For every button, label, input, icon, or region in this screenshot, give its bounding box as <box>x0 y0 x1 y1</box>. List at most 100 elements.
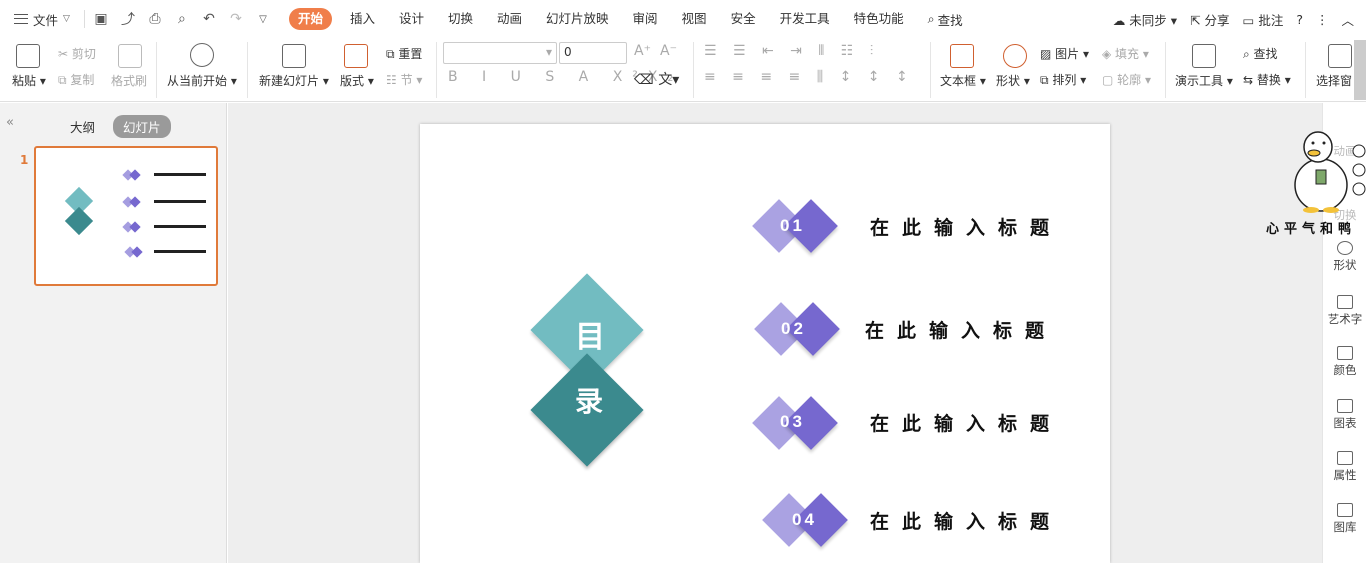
item-title[interactable]: 在此输入标题 <box>870 507 1062 534</box>
panel-props-button[interactable]: 属性 <box>1323 451 1366 483</box>
outline-label: 轮廓 <box>1117 73 1142 87</box>
slides-panel: « 大纲 幻灯片 1 <box>0 103 227 563</box>
print-preview-icon[interactable]: ⌕ <box>174 11 190 27</box>
search-tab[interactable]: ⌕ 查找 <box>916 10 975 29</box>
print-icon[interactable]: ⎙ <box>147 11 163 27</box>
hamburger-icon <box>14 14 28 24</box>
format-painter-button[interactable]: 格式刷 <box>111 72 147 89</box>
section-button[interactable]: ☷ 节 ▾ <box>386 71 422 88</box>
present-tools-icon[interactable] <box>1192 44 1216 68</box>
new-slide-icon[interactable] <box>282 44 306 68</box>
picture-label: 图片 <box>1055 47 1080 61</box>
comment-button[interactable]: ▭ 批注 <box>1243 10 1284 29</box>
more-icon[interactable]: ⋮ <box>1316 12 1329 27</box>
paragraph-buttons-row1[interactable]: ☰ ☰ ⇤ ⇥ ⫴ ☷ ⫶ <box>704 43 879 59</box>
select-pane-icon[interactable] <box>1328 44 1352 68</box>
replace-button[interactable]: ⇆ 替换 ▾ <box>1243 71 1291 88</box>
wordart-icon <box>1337 295 1353 309</box>
divider <box>156 42 157 98</box>
play-icon[interactable] <box>190 43 214 67</box>
textbox-icon[interactable] <box>950 44 974 68</box>
font-name-select[interactable]: ▾ <box>443 42 557 64</box>
panel-shape-label: 形状 <box>1333 258 1357 272</box>
item-number: 04 <box>792 510 817 529</box>
slide[interactable]: 目 录 01 在此输入标题 02 在此输入标题 03 在此输入标题 04 在此输… <box>420 124 1110 563</box>
redo-icon[interactable]: ↷ <box>228 11 244 27</box>
tab-developer[interactable]: 开发工具 <box>768 8 842 30</box>
tab-insert[interactable]: 插入 <box>338 8 387 30</box>
item-title[interactable]: 在此输入标题 <box>870 213 1062 240</box>
sync-label: 未同步 <box>1129 12 1167 28</box>
slide-thumbnail[interactable] <box>34 146 218 286</box>
item-number: 03 <box>780 412 805 431</box>
reset-button[interactable]: ⧉ 重置 <box>386 45 422 62</box>
tab-transition[interactable]: 切换 <box>436 8 485 30</box>
item-number: 02 <box>781 319 806 338</box>
font-shrink-button[interactable]: A⁻ <box>660 43 677 59</box>
tab-features[interactable]: 特色功能 <box>842 8 916 30</box>
panel-shape-button[interactable]: 形状 <box>1323 241 1366 273</box>
present-tools-button[interactable]: 演示工具 ▾ <box>1175 72 1233 89</box>
panel-chart-button[interactable]: 图表 <box>1323 399 1366 431</box>
share-button[interactable]: ⇱ 分享 <box>1190 10 1229 29</box>
chart-icon <box>1337 399 1353 413</box>
export-icon[interactable]: ⤴ <box>120 9 136 29</box>
font-size-select[interactable]: 0 <box>559 42 627 64</box>
panel-color-button[interactable]: 颜色 <box>1323 346 1366 378</box>
collapse-panel-icon[interactable]: « <box>6 115 14 130</box>
panel-gallery-label: 图库 <box>1333 520 1357 534</box>
search-icon: ⌕ <box>927 11 935 26</box>
layout-button[interactable]: 版式 ▾ <box>340 72 374 89</box>
ribbon-scroll-button[interactable] <box>1354 40 1366 100</box>
tab-design[interactable]: 设计 <box>387 8 436 30</box>
arrange-label: 排列 <box>1052 73 1077 87</box>
panel-gallery-button[interactable]: 图库 <box>1323 503 1366 535</box>
sync-button[interactable]: ☁ 未同步 ▾ <box>1113 10 1177 29</box>
help-button[interactable]: ? <box>1296 12 1303 27</box>
menu-bar: 文件 ▽ ▣ ⤴ ⎙ ⌕ ↶ ↷ ▽ 开始 插入 设计 切换 动画 幻灯片放映 … <box>0 0 1366 38</box>
textbox-button[interactable]: 文本框 ▾ <box>940 72 986 89</box>
item-title[interactable]: 在此输入标题 <box>865 316 1057 343</box>
panel-art-button[interactable]: 艺术字 <box>1323 295 1366 327</box>
textbox-label: 文本框 <box>940 74 977 88</box>
outline-button[interactable]: ▢ 轮廓 ▾ <box>1102 71 1151 88</box>
copy-button[interactable]: ⧉ 复制 <box>58 71 94 88</box>
replace-label: 替换 <box>1256 73 1281 87</box>
paste-icon[interactable] <box>16 44 40 68</box>
item-title[interactable]: 在此输入标题 <box>870 409 1062 436</box>
divider <box>1165 42 1166 98</box>
clear-format-icon[interactable]: ⌫ 文▾ <box>634 69 679 89</box>
cut-button[interactable]: ✂ 剪切 <box>58 45 96 62</box>
tab-home[interactable]: 开始 <box>288 8 332 30</box>
fill-button[interactable]: ◈ 填充 ▾ <box>1102 45 1149 62</box>
tab-view[interactable]: 视图 <box>670 8 719 30</box>
tab-outline[interactable]: 大纲 <box>60 115 105 138</box>
arrange-button[interactable]: ⧉ 排列 ▾ <box>1040 71 1086 88</box>
paragraph-buttons-row2[interactable]: ≡ ≡ ≡ ≡ ⫼ ↕ ↕ ↕ <box>704 69 914 85</box>
select-pane-button[interactable]: 选择窗 <box>1316 72 1354 89</box>
file-menu[interactable]: 文件 ▽ <box>0 10 80 29</box>
tab-security[interactable]: 安全 <box>719 8 768 30</box>
format-painter-icon[interactable] <box>118 44 142 68</box>
shape-icon[interactable] <box>1003 44 1027 68</box>
tab-animation[interactable]: 动画 <box>485 8 534 30</box>
layout-icon[interactable] <box>344 44 368 68</box>
tab-slideshow[interactable]: 幻灯片放映 <box>534 8 621 30</box>
picture-button[interactable]: ▨ 图片 ▾ <box>1040 45 1089 62</box>
tab-slides[interactable]: 幻灯片 <box>113 115 171 138</box>
undo-icon[interactable]: ↶ <box>201 11 217 27</box>
customize-icon[interactable]: ▽ <box>255 14 271 25</box>
tab-review[interactable]: 审阅 <box>621 8 670 30</box>
panel-chart-label: 图表 <box>1333 416 1357 430</box>
paste-button[interactable]: 粘贴 ▾ <box>12 72 46 89</box>
find-button[interactable]: ⌕ 查找 <box>1243 45 1278 62</box>
cut-label: 剪切 <box>71 47 96 61</box>
save-icon[interactable]: ▣ <box>93 11 109 27</box>
font-grow-button[interactable]: A⁺ <box>634 43 651 59</box>
shape-label: 形状 <box>996 74 1021 88</box>
collapse-ribbon-icon[interactable]: ︿ <box>1341 10 1354 29</box>
from-current-button[interactable]: 从当前开始 ▾ <box>167 72 237 89</box>
shape-button[interactable]: 形状 ▾ <box>996 72 1030 89</box>
new-slide-button[interactable]: 新建幻灯片 ▾ <box>259 72 329 89</box>
quick-access-toolbar: ▣ ⤴ ⎙ ⌕ ↶ ↷ ▽ <box>83 9 271 29</box>
